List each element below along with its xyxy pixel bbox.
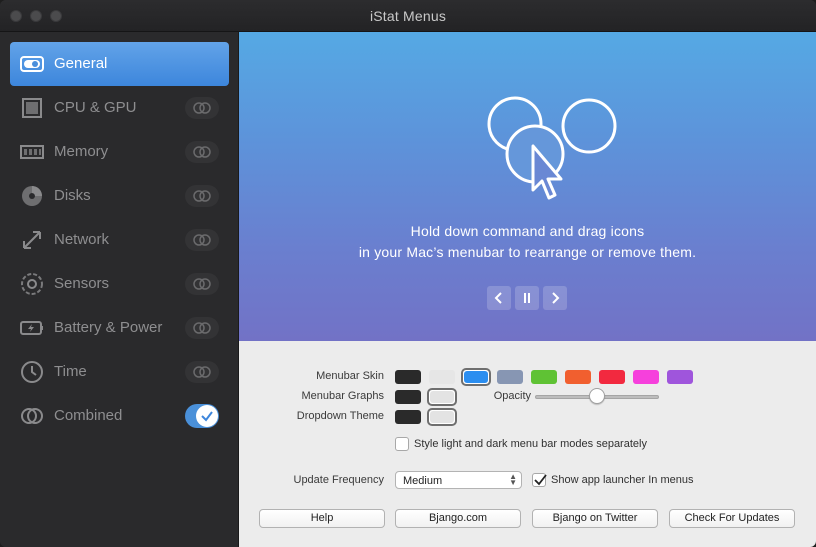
add-to-combined-button[interactable] — [185, 361, 219, 383]
sidebar-item-disks[interactable]: Disks — [10, 174, 229, 218]
tip-line-2: in your Mac’s menubar to rearrange or re… — [358, 244, 697, 260]
show-launcher-checkbox[interactable] — [532, 473, 547, 487]
separate-modes-label: Style light and dark menu bar modes sepa… — [414, 438, 647, 450]
menubar-skin-swatch[interactable] — [599, 370, 625, 384]
next-tip-button[interactable] — [543, 286, 567, 310]
menubar-skin-swatch[interactable] — [667, 370, 693, 384]
previous-tip-button[interactable] — [487, 286, 511, 310]
combined-circles-icon — [21, 408, 43, 424]
window-title: iStat Menus — [369, 8, 447, 24]
bjango-website-button[interactable]: Bjango.com — [395, 509, 521, 528]
combined-circles-icon — [193, 146, 211, 158]
istat-menus-window: iStat Menus General CPU & GPU Memory Dis… — [0, 0, 816, 547]
combined-circles-icon — [193, 322, 211, 334]
sidebar-item-network[interactable]: Network — [10, 218, 229, 262]
menubar-skin-swatch[interactable] — [531, 370, 557, 384]
sidebar: General CPU & GPU Memory Disks Network S… — [0, 32, 239, 547]
dropdown-theme-label: Dropdown Theme — [296, 410, 384, 422]
opacity-label: Opacity — [493, 390, 531, 402]
menubar-skin-swatch[interactable] — [633, 370, 659, 384]
checkmark-icon — [201, 411, 213, 422]
pause-icon — [524, 293, 530, 303]
network-arrows-icon — [23, 231, 41, 249]
add-to-combined-button[interactable] — [185, 317, 219, 339]
sidebar-item-cpu-gpu[interactable]: CPU & GPU — [10, 86, 229, 130]
combined-circles-icon — [193, 190, 211, 202]
combined-circles-icon — [193, 278, 211, 290]
chip-icon — [22, 98, 42, 118]
fan-icon — [21, 273, 43, 295]
menubar-skin-swatch[interactable] — [429, 370, 455, 384]
add-to-combined-button[interactable] — [185, 185, 219, 207]
update-frequency-select[interactable]: Medium ▲ ▼ — [395, 471, 522, 489]
updown-arrows-icon: ▲ ▼ — [509, 472, 517, 487]
memory-module-icon — [20, 145, 44, 159]
tip-line-1: Hold down command and drag icons — [410, 223, 645, 239]
toggle-knob — [196, 405, 218, 427]
chevron-left-icon — [494, 292, 502, 304]
sidebar-item-label: Memory — [54, 143, 109, 160]
disk-icon — [22, 186, 42, 206]
update-frequency-value: Medium — [403, 475, 443, 487]
sidebar-item-label: Time — [54, 363, 87, 380]
pause-tips-button[interactable] — [515, 286, 539, 310]
checkmark-icon — [534, 474, 547, 486]
menubar-skin-swatch[interactable] — [464, 371, 488, 383]
sidebar-item-sensors[interactable]: Sensors — [10, 262, 229, 306]
combined-circles-icon — [193, 234, 211, 246]
sidebar-item-label: Sensors — [54, 275, 110, 292]
sidebar-item-label: CPU & GPU — [54, 99, 137, 116]
sidebar-item-time[interactable]: Time — [10, 350, 229, 394]
add-to-combined-button[interactable] — [185, 273, 219, 295]
menubar-graph-swatch[interactable] — [395, 390, 421, 404]
title-bar: iStat Menus — [0, 0, 816, 32]
clock-icon — [21, 361, 43, 383]
menubar-skin-swatch[interactable] — [395, 370, 421, 384]
combined-circles-icon — [193, 102, 211, 114]
sidebar-item-label: General — [54, 55, 108, 72]
sidebar-item-label: Battery & Power — [54, 319, 163, 336]
toggle-switch-icon — [20, 56, 44, 72]
sidebar-item-label: Network — [54, 231, 110, 248]
help-button[interactable]: Help — [259, 509, 385, 528]
add-to-combined-button[interactable] — [185, 229, 219, 251]
update-frequency-label: Update Frequency — [293, 474, 385, 486]
sidebar-item-general[interactable]: General — [10, 42, 229, 86]
add-to-combined-button[interactable] — [185, 97, 219, 119]
settings-panel: Menubar Skin Menubar Graphs Dropdown The… — [239, 341, 816, 547]
sidebar-item-label: Disks — [54, 187, 91, 204]
combined-circles-icon — [193, 366, 211, 378]
separate-modes-checkbox[interactable] — [395, 437, 409, 451]
battery-icon — [20, 321, 43, 335]
combined-toggle[interactable] — [185, 404, 219, 428]
sidebar-item-combined[interactable]: Combined — [10, 394, 229, 438]
bjango-twitter-button[interactable]: Bjango on Twitter — [532, 509, 658, 528]
sidebar-item-battery-power[interactable]: Battery & Power — [10, 306, 229, 350]
chevron-right-icon — [552, 292, 560, 304]
drag-icons-illustration — [487, 96, 617, 200]
opacity-slider-knob[interactable] — [589, 388, 605, 404]
menubar-skin-swatch[interactable] — [565, 370, 591, 384]
sidebar-item-label: Combined — [54, 407, 123, 424]
add-to-combined-button[interactable] — [185, 141, 219, 163]
sidebar-item-memory[interactable]: Memory — [10, 130, 229, 174]
dropdown-theme-swatch[interactable] — [430, 411, 454, 423]
check-for-updates-button[interactable]: Check For Updates — [669, 509, 795, 528]
menubar-skin-label: Menubar Skin — [316, 370, 384, 382]
show-launcher-label: Show app launcher In menus — [551, 474, 694, 486]
dropdown-theme-swatch[interactable] — [395, 410, 421, 424]
menubar-graphs-label: Menubar Graphs — [301, 390, 384, 402]
menubar-skin-swatch[interactable] — [497, 370, 523, 384]
menubar-graph-swatch[interactable] — [430, 391, 454, 403]
tips-banner: Hold down command and drag icons in your… — [239, 32, 816, 341]
